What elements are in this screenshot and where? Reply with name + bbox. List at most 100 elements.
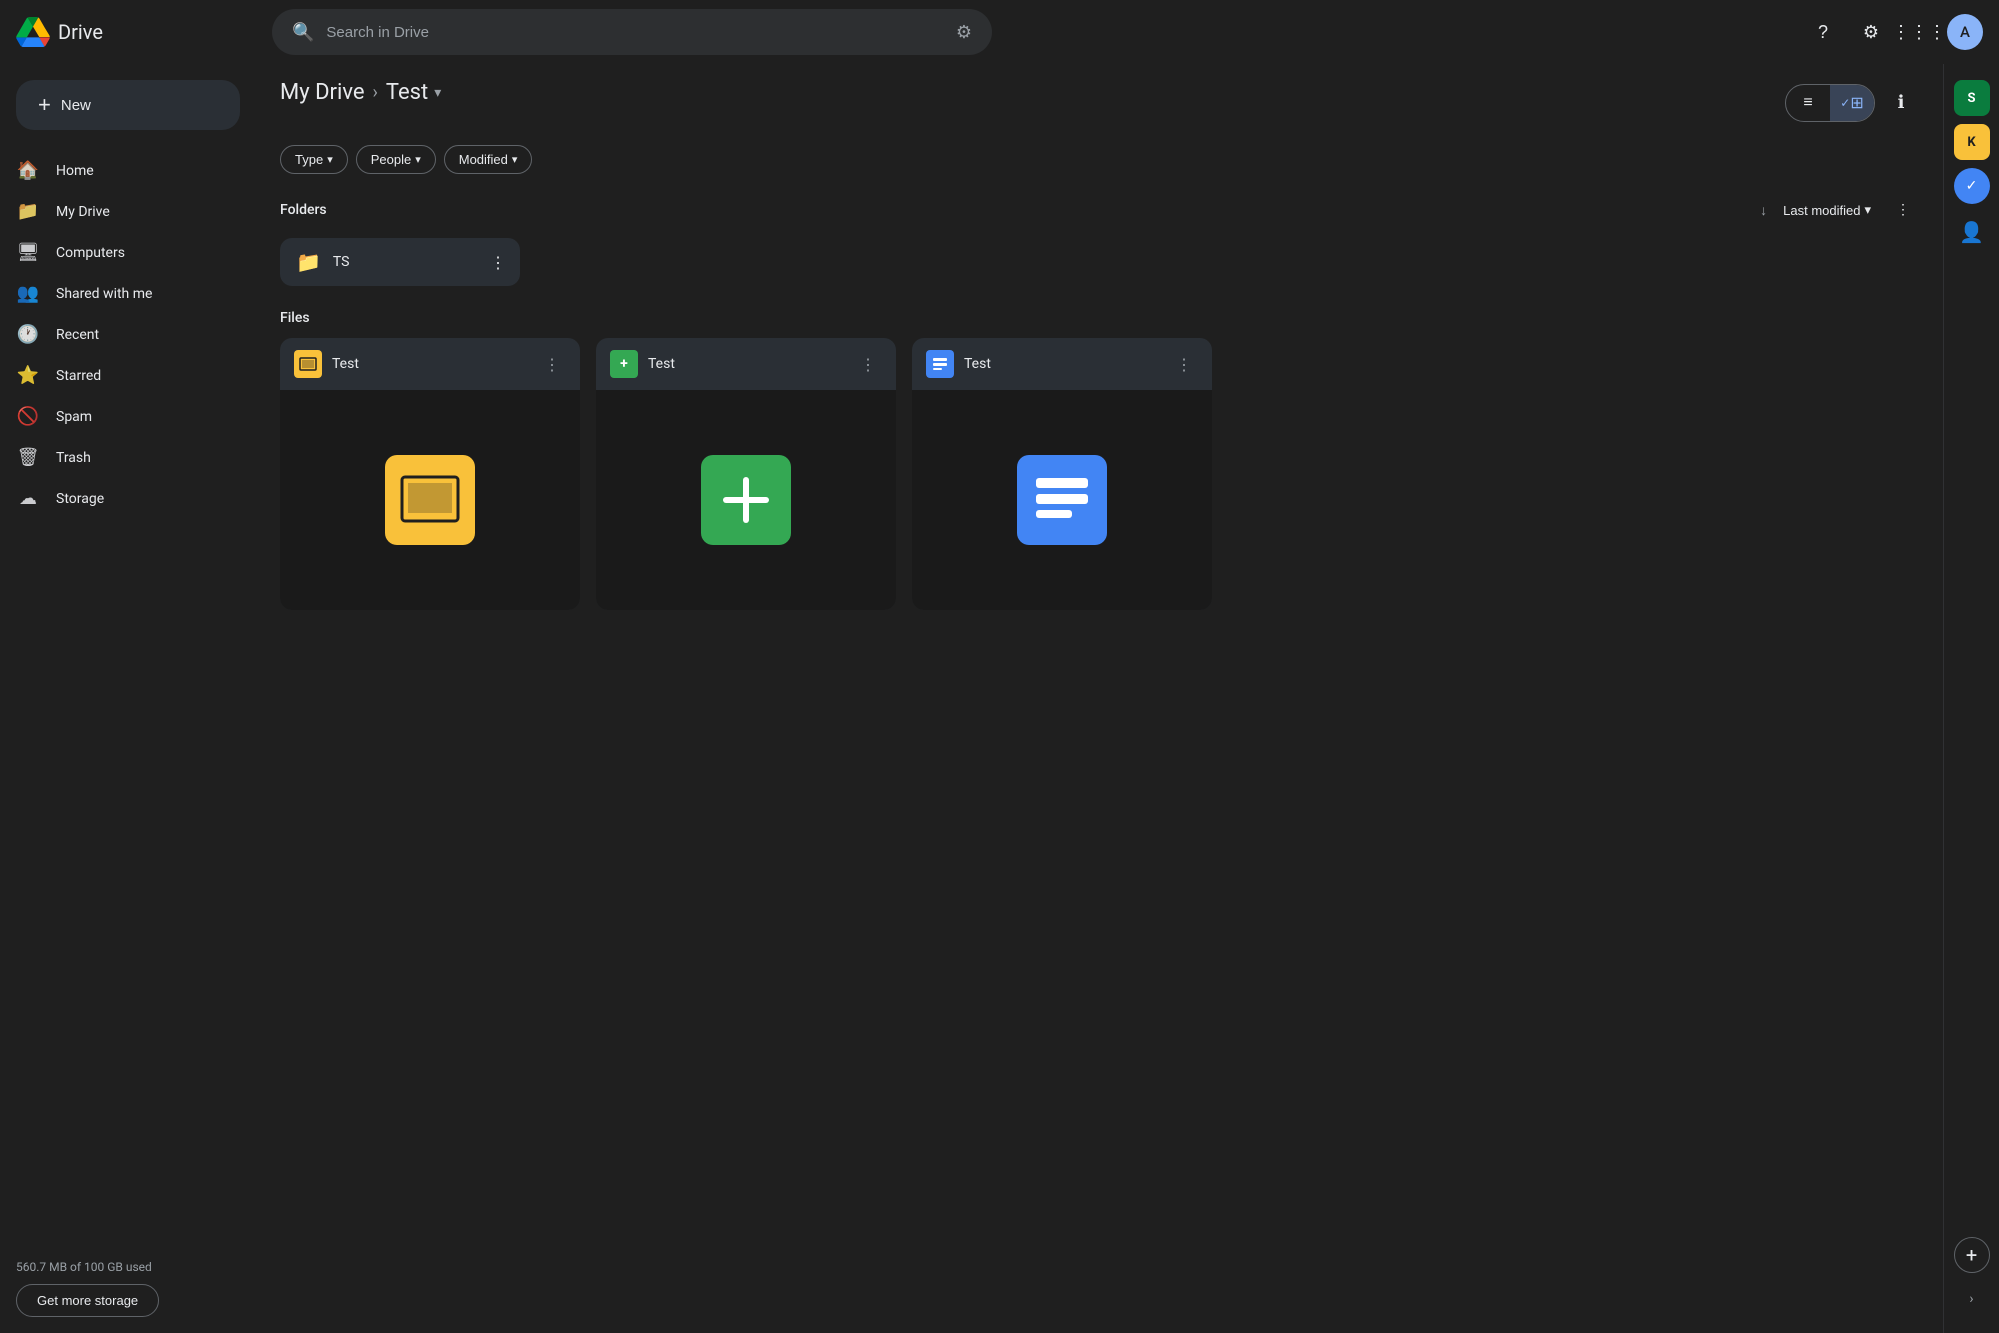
forms-preview-icon [701, 455, 791, 545]
slides-type-icon [294, 350, 322, 378]
docs-file-more-options[interactable]: ⋮ [1170, 350, 1198, 378]
search-input[interactable] [326, 24, 943, 41]
folders-section: Folders ↓ Last modified ▾ ⋮ 📁 TS ⋮ [280, 194, 1919, 286]
folder-grid: 📁 TS ⋮ [280, 238, 1919, 286]
file-header-slides: Test ⋮ [280, 338, 580, 390]
type-filter-chip[interactable]: Type ▾ [280, 145, 348, 174]
docs-file-preview [912, 390, 1212, 610]
sidebar-item-trash[interactable]: 🗑 Trash [0, 437, 248, 478]
breadcrumb-separator: › [373, 82, 378, 103]
breadcrumb-root[interactable]: My Drive [280, 80, 365, 105]
forms-file-more-options[interactable]: ⋮ [854, 350, 882, 378]
storage-text: 560.7 MB of 100 GB used [16, 1260, 240, 1274]
file-card-forms[interactable]: + Test ⋮ [596, 338, 896, 610]
spam-icon: 🚫 [16, 406, 40, 427]
file-header-forms: + Test ⋮ [596, 338, 896, 390]
breadcrumb-current-label: Test [386, 80, 428, 105]
home-icon: 🏠 [16, 160, 40, 181]
people-filter-caret-icon: ▾ [415, 153, 421, 166]
grid-icon: ⊞ [1850, 93, 1863, 113]
new-button[interactable]: + New [16, 80, 240, 130]
people-filter-label: People [371, 152, 411, 167]
sidebar-item-starred[interactable]: ⭐ Starred [0, 355, 248, 396]
files-section-title: Files [280, 310, 310, 326]
sidebar-item-storage[interactable]: ☁ Storage [0, 478, 248, 519]
sidebar-item-my-drive[interactable]: 📁 My Drive [0, 191, 248, 232]
sidebar-item-shared-label: Shared with me [56, 286, 152, 302]
sidebar-item-computers[interactable]: 🖥 Computers [0, 232, 248, 273]
right-panel-chevron-icon[interactable]: › [1954, 1281, 1990, 1317]
grid-view-button[interactable]: ✓ ⊞ [1830, 85, 1874, 121]
sidebar-item-storage-label: Storage [56, 491, 104, 507]
new-button-label: New [61, 97, 91, 114]
sidebar-item-shared[interactable]: 👥 Shared with me [0, 273, 248, 314]
sort-caret-icon: ▾ [1864, 202, 1871, 218]
sidebar-item-home-label: Home [56, 163, 94, 179]
file-card-docs[interactable]: Test ⋮ [912, 338, 1212, 610]
sidebar-item-spam[interactable]: 🚫 Spam [0, 396, 248, 437]
slides-file-preview [280, 390, 580, 610]
settings-button[interactable]: ⚙ [1851, 12, 1891, 52]
contacts-panel-icon[interactable]: 👤 [1952, 212, 1992, 252]
sort-controls: ↓ Last modified ▾ ⋮ [1760, 194, 1919, 226]
keep-panel-icon[interactable]: K [1954, 124, 1990, 160]
slides-file-more-options[interactable]: ⋮ [538, 350, 566, 378]
breadcrumb-current[interactable]: Test ▾ [386, 80, 441, 105]
header: Drive 🔍 ⚙ ? ⚙ ⋮⋮⋮ A [0, 0, 1999, 64]
type-filter-label: Type [295, 152, 323, 167]
file-card-slides[interactable]: Test ⋮ [280, 338, 580, 610]
sidebar-item-recent[interactable]: 🕐 Recent [0, 314, 248, 355]
drive-logo-icon [16, 17, 50, 47]
forms-file-name: Test [648, 356, 844, 372]
folder-name-ts: TS [333, 254, 504, 270]
header-actions: ? ⚙ ⋮⋮⋮ A [1803, 12, 1983, 52]
docs-file-name: Test [964, 356, 1160, 372]
folders-sort-bar: Folders ↓ Last modified ▾ ⋮ [280, 194, 1919, 226]
slides-preview-icon [385, 455, 475, 545]
folders-more-options[interactable]: ⋮ [1887, 194, 1919, 226]
folder-icon: 📁 [296, 250, 321, 274]
files-section: Files Test ⋮ [280, 310, 1919, 610]
tasks-panel-icon[interactable]: ✓ [1954, 168, 1990, 204]
file-grid: Test ⋮ + [280, 338, 1919, 610]
storage-icon: ☁ [16, 488, 40, 509]
avatar[interactable]: A [1947, 14, 1983, 50]
sort-button[interactable]: Last modified ▾ [1775, 198, 1879, 222]
modified-filter-label: Modified [459, 152, 508, 167]
add-panel-button[interactable]: + [1954, 1237, 1990, 1273]
content-area: My Drive › Test ▾ ≡ ✓ ⊞ ℹ [256, 64, 1943, 1333]
nav-section: 🏠 Home 📁 My Drive 🖥 Computers 👥 Shared w… [0, 150, 256, 519]
folder-card-ts[interactable]: 📁 TS ⋮ [280, 238, 520, 286]
modified-filter-chip[interactable]: Modified ▾ [444, 145, 533, 174]
files-sort-bar: Files [280, 310, 1919, 326]
logo-area: Drive [16, 17, 256, 47]
apps-button[interactable]: ⋮⋮⋮ [1899, 12, 1939, 52]
list-view-button[interactable]: ≡ [1786, 85, 1830, 121]
view-toggle: ≡ ✓ ⊞ [1785, 84, 1875, 122]
filter-icon[interactable]: ⚙ [956, 22, 972, 43]
plus-icon: + [38, 94, 51, 116]
help-button[interactable]: ? [1803, 12, 1843, 52]
app-title: Drive [58, 20, 103, 44]
sidebar-item-my-drive-label: My Drive [56, 204, 110, 220]
my-drive-icon: 📁 [16, 201, 40, 222]
sidebar: + New 🏠 Home 📁 My Drive 🖥 Computers 👥 Sh… [0, 64, 256, 1333]
sidebar-item-spam-label: Spam [56, 409, 92, 425]
grid-view-check: ✓ [1840, 96, 1850, 110]
modified-filter-caret-icon: ▾ [512, 153, 518, 166]
docs-preview-icon [1017, 455, 1107, 545]
sidebar-item-computers-label: Computers [56, 245, 125, 261]
filter-chips: Type ▾ People ▾ Modified ▾ [280, 145, 1919, 174]
sort-down-arrow-icon: ↓ [1760, 202, 1767, 219]
breadcrumb-caret-icon: ▾ [434, 85, 441, 101]
get-storage-button[interactable]: Get more storage [16, 1284, 159, 1317]
sidebar-item-home[interactable]: 🏠 Home [0, 150, 248, 191]
sidebar-item-recent-label: Recent [56, 327, 99, 343]
search-bar[interactable]: 🔍 ⚙ [272, 9, 992, 55]
type-filter-caret-icon: ▾ [327, 153, 333, 166]
docs-type-icon [926, 350, 954, 378]
info-button[interactable]: ℹ [1883, 85, 1919, 121]
people-filter-chip[interactable]: People ▾ [356, 145, 436, 174]
folder-more-options-ts[interactable]: ⋮ [484, 248, 512, 276]
sheets-panel-icon[interactable]: S [1954, 80, 1990, 116]
